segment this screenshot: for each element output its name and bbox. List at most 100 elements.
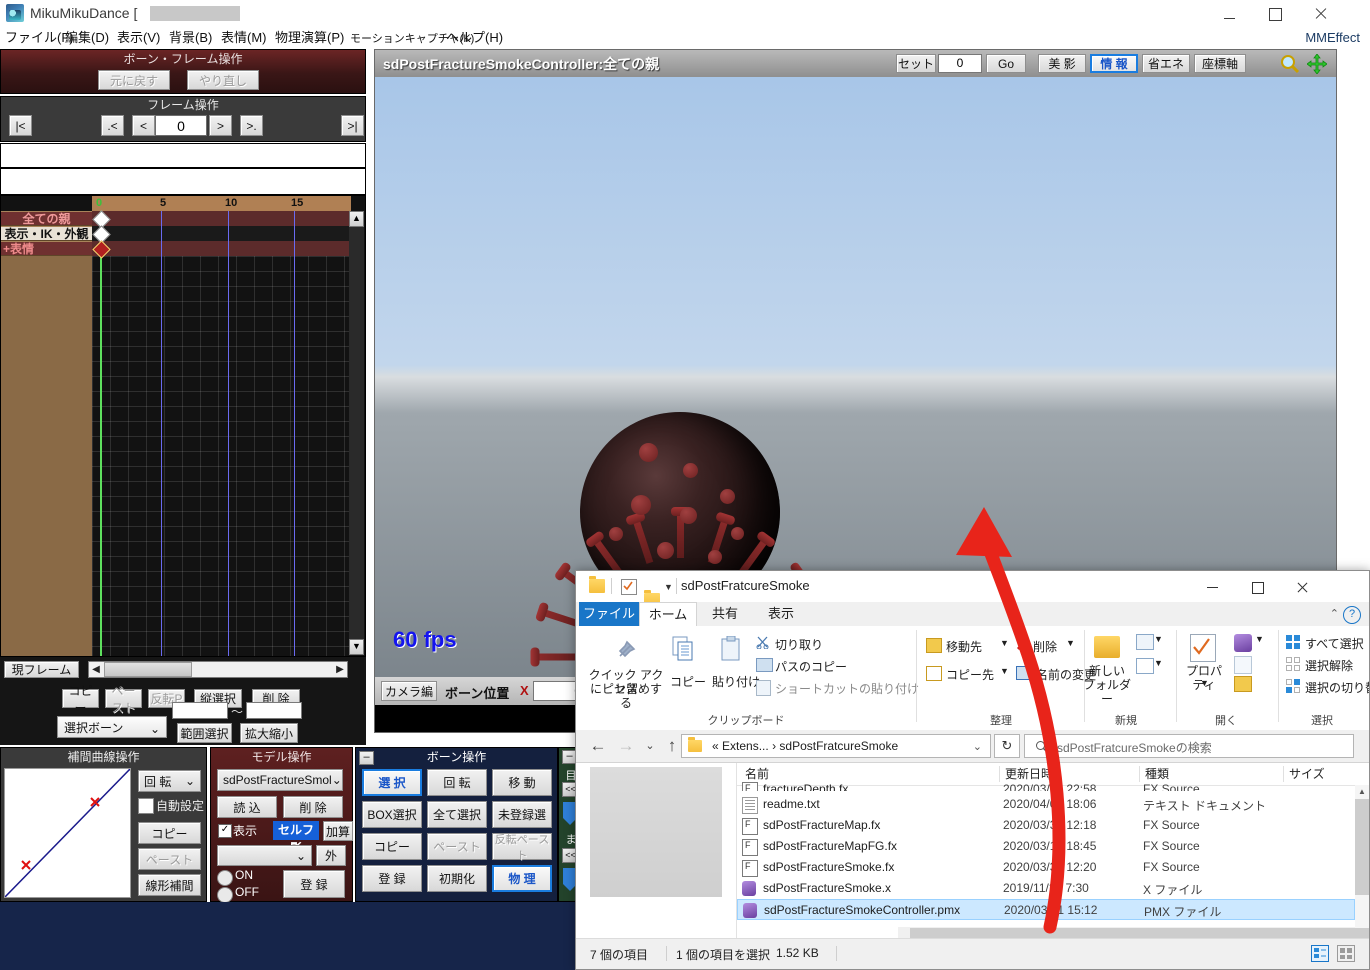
auto-set-checkbox[interactable]	[138, 798, 154, 814]
scroll-up-icon[interactable]: ▲	[1355, 785, 1369, 799]
quick-access-chevron-icon[interactable]: ▼	[664, 582, 673, 592]
copy-to-button[interactable]: コピー先	[946, 666, 994, 683]
timeline-track-2[interactable]	[92, 241, 351, 256]
copy-to-chevron-icon[interactable]: ▼	[1000, 666, 1009, 676]
timeline-horizontal-scrollbar[interactable]: ◀ ▶	[88, 661, 348, 678]
menu-file[interactable]: ファイル(F)	[5, 28, 74, 48]
paste-frame-button[interactable]: ペースト	[105, 684, 142, 715]
file-name[interactable]: fractureDepth.fx	[763, 782, 848, 791]
frame-prev-button[interactable]: <	[132, 115, 155, 136]
model-load-button[interactable]: 読 込	[217, 796, 277, 818]
timeline-panel[interactable]: 0 5 10 15 全ての親 表示・IK・外観 +表情 ▲ ▼	[0, 195, 366, 657]
file-list[interactable]: 名前 更新日時 種類 サイズ fractureDepth.fx 2020/03/…	[737, 763, 1369, 940]
timeline-bone-name-column[interactable]: 全ての親 表示・IK・外観 +表情	[1, 211, 92, 656]
easy-access-icon[interactable]	[1136, 658, 1154, 674]
deselect-button[interactable]: 選択解除	[1305, 657, 1353, 674]
details-view-icon[interactable]	[1311, 945, 1329, 962]
frame-number-input[interactable]	[155, 115, 207, 136]
beauty-shadow-button[interactable]: 美 影	[1038, 54, 1086, 73]
file-name[interactable]: sdPostFractureSmokeController.pmx	[764, 903, 960, 917]
camera-edit-button[interactable]: カメラ編	[381, 681, 437, 701]
ribbon-collapse-chevron-icon[interactable]: ⌃	[1330, 607, 1339, 620]
undo-button[interactable]: 元に戻す	[98, 70, 170, 90]
move-to-button[interactable]: 移動先	[946, 638, 982, 655]
scale-button[interactable]: 拡大縮小	[240, 723, 298, 743]
timeline-row-label-2[interactable]: +表情	[1, 241, 92, 256]
self-shadow-button[interactable]: セルフ影	[273, 821, 319, 855]
copy-frame-button[interactable]: コピー	[62, 684, 99, 715]
menu-help[interactable]: ヘルプ(H)	[446, 28, 503, 48]
timeline-playhead[interactable]	[100, 211, 102, 656]
timeline-scroll-track[interactable]	[349, 227, 364, 639]
tab-file[interactable]: ファイル	[579, 602, 639, 626]
paste-shortcut-button[interactable]: ショートカットの貼り付け	[775, 680, 919, 697]
explorer-minimize-button[interactable]	[1189, 571, 1234, 602]
search-input[interactable]: sdPostFratcureSmokeの検索	[1024, 734, 1354, 758]
file-list-vertical-scrollbar[interactable]: ▲ ▼	[1355, 785, 1369, 940]
outside-parent-button[interactable]: 外	[316, 845, 346, 866]
table-row[interactable]: sdPostFractureMapFG.fx 2020/03/18 18:45 …	[737, 836, 1369, 857]
bone-rotate-button[interactable]: 回 転	[427, 769, 487, 796]
properties-chevron-icon[interactable]: ▼	[1200, 678, 1209, 688]
new-folder-label-2[interactable]: フォルダー	[1082, 678, 1132, 706]
vertical-scrollbar-thumb[interactable]	[1355, 799, 1369, 895]
properties-check-icon[interactable]	[621, 579, 637, 595]
info-display-button[interactable]: 情 報	[1090, 54, 1138, 73]
pin-to-quick-access-label-2[interactable]: にピン留めする	[586, 682, 666, 710]
back-arrow-icon[interactable]: ←	[588, 736, 608, 756]
tab-view[interactable]: 表示	[753, 602, 809, 626]
bone-move-button[interactable]: 移 動	[492, 769, 552, 796]
breadcrumb-current[interactable]: sdPostFratcureSmoke	[779, 739, 898, 753]
model-bone-dropdown[interactable]: ⌄	[217, 845, 312, 866]
menu-physics[interactable]: 物理演算(P)	[275, 28, 344, 48]
range-select-button[interactable]: 範囲選択	[177, 723, 232, 743]
menu-edit[interactable]: 編集(D)	[65, 28, 109, 48]
delete-button[interactable]: 削除	[1033, 638, 1057, 655]
table-row[interactable]: sdPostFractureMap.fx 2020/03/31 12:18 FX…	[737, 815, 1369, 836]
linear-interp-button[interactable]: 線形補間	[138, 874, 201, 896]
menu-view[interactable]: 表示(V)	[117, 28, 160, 48]
window-minimize-button[interactable]	[1206, 0, 1252, 27]
interp-copy-button[interactable]: コピー	[138, 822, 201, 844]
table-row[interactable]: readme.txt 2020/04/05 18:06 テキスト ドキュメント …	[737, 794, 1369, 815]
address-chevron-down-icon[interactable]: ⌄	[973, 740, 982, 753]
interp-paste-button[interactable]: ペースト	[138, 848, 201, 870]
copy-button[interactable]: コピー	[670, 673, 706, 690]
address-input[interactable]: « Extens... › sdPostFratcureSmoke ⌄	[681, 734, 991, 758]
model-delete-button[interactable]: 削 除	[283, 796, 343, 818]
select-all-button[interactable]: すべて選択	[1305, 635, 1364, 652]
bone-register-button[interactable]: 登 録	[362, 865, 422, 892]
menu-expression[interactable]: 表情(M)	[221, 28, 267, 48]
redo-button[interactable]: やり直し	[187, 70, 259, 90]
breadcrumb[interactable]: « Extens... › sdPostFratcureSmoke	[712, 739, 898, 753]
explorer-maximize-button[interactable]	[1234, 571, 1279, 602]
large-icons-view-icon[interactable]	[1337, 945, 1355, 962]
new-item-icon[interactable]	[1136, 634, 1154, 650]
select-bone-dropdown[interactable]: 選択ボーン ⌄	[57, 716, 167, 738]
physics-off-radio[interactable]	[217, 887, 233, 903]
frame-prev-key-button[interactable]: .<	[101, 115, 124, 136]
forward-arrow-icon[interactable]: →	[616, 736, 636, 756]
timeline-track-1[interactable]	[92, 226, 351, 241]
eco-mode-button[interactable]: 省エネ	[1142, 54, 1190, 73]
bone-panel-collapse-button[interactable]: –	[359, 751, 374, 765]
bone-select-button[interactable]: 選 択	[362, 769, 422, 796]
move-to-chevron-icon[interactable]: ▼	[1000, 638, 1009, 648]
bone-copy-button[interactable]: コピー	[362, 833, 422, 860]
bone-physics-button[interactable]: 物 理	[492, 865, 552, 892]
tab-home[interactable]: ホーム	[639, 602, 697, 626]
open-with-chevron-icon[interactable]: ▼	[1255, 634, 1264, 644]
hscroll-thumb[interactable]	[104, 662, 192, 677]
range-from-input[interactable]	[172, 702, 228, 719]
table-row[interactable]: fractureDepth.fx 2020/03/21 22:58 FX Sou…	[737, 779, 1355, 791]
breadcrumb-overflow-icon[interactable]: «	[712, 739, 719, 753]
set-frame-button[interactable]: セット	[896, 54, 936, 73]
delete-chevron-icon[interactable]: ▼	[1066, 638, 1075, 648]
edit-icon[interactable]	[1234, 656, 1252, 674]
hscroll-left-arrow[interactable]: ◀	[89, 662, 103, 677]
timeline-row-label-0[interactable]: 全ての親	[1, 211, 92, 226]
menu-background[interactable]: 背景(B)	[169, 28, 212, 48]
window-close-button[interactable]	[1298, 0, 1344, 27]
timeline-ruler[interactable]: 0 5 10 15	[92, 196, 351, 211]
bone-reverse-paste-button[interactable]: 反転ペースト	[492, 833, 552, 862]
